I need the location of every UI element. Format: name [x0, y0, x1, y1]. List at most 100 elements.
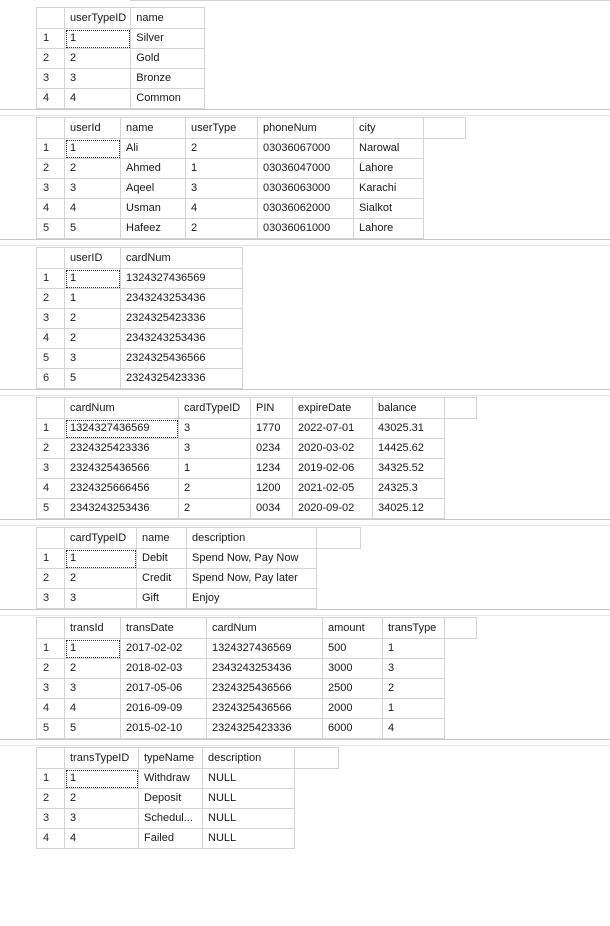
row-number-cell[interactable]: 3	[36, 458, 65, 479]
cell-amount[interactable]: 2000	[322, 698, 383, 719]
column-header-PIN[interactable]: PIN	[250, 397, 293, 419]
table-row[interactable]: 2 1 2343243253436	[36, 288, 243, 309]
cell-cardNum[interactable]: 2324325423336	[64, 438, 179, 459]
column-header-typeName[interactable]: typeName	[138, 747, 203, 769]
cell-userID[interactable]: 1	[64, 268, 121, 289]
cell-cardTypeID[interactable]: 3	[178, 418, 251, 439]
table-row[interactable]: 5 5 Hafeez 2 03036061000 Lahore	[36, 218, 466, 239]
table-row[interactable]: 3 2324325436566 1 1234 2019-02-06 34325.52	[36, 458, 477, 479]
cell-transType[interactable]: 1	[382, 698, 445, 719]
row-number-cell[interactable]: 3	[36, 308, 65, 329]
cell-transTypeID[interactable]: 2	[64, 788, 139, 809]
row-number-cell[interactable]: 4	[36, 478, 65, 499]
table-row[interactable]: 2 2324325423336 3 0234 2020-03-02 14425.62	[36, 438, 477, 459]
cell-userID[interactable]: 3	[64, 348, 121, 369]
column-header-transId[interactable]: transId	[64, 617, 121, 639]
cell-userType[interactable]: 2	[185, 138, 258, 159]
cell-amount[interactable]: 6000	[322, 718, 383, 739]
cell-cardNum[interactable]: 1324327436569	[120, 268, 243, 289]
row-number-cell[interactable]: 2	[36, 788, 65, 809]
table-row[interactable]: 4 4 Common	[36, 88, 206, 109]
cell-name[interactable]: Silver	[130, 28, 206, 49]
cell-city[interactable]: Sialkot	[353, 198, 424, 219]
cell-cardNum[interactable]: 2343243253436	[64, 498, 179, 519]
cell-transDate[interactable]: 2017-02-02	[120, 638, 207, 659]
cell-balance[interactable]: 34325.52	[372, 458, 445, 479]
query-results-pane[interactable]: userTypeID name 1 1 Silver 2 2 Gold 3 3 Bronze 4 4 Co…	[0, 0, 610, 926]
column-header-userID[interactable]: userID	[64, 247, 121, 269]
select-all-header-cell[interactable]	[36, 247, 65, 269]
cell-cardTypeID[interactable]: 1	[178, 458, 251, 479]
result-grid[interactable]: userID cardNum 1 1 1324327436569 2 1 2343243253…	[36, 247, 243, 389]
cell-name[interactable]: Common	[130, 88, 206, 109]
cell-expireDate[interactable]: 2020-03-02	[292, 438, 373, 459]
row-number-cell[interactable]: 3	[36, 68, 65, 89]
cell-cardNum[interactable]: 2324325423336	[120, 308, 243, 329]
row-number-cell[interactable]: 4	[36, 328, 65, 349]
cell-typeName[interactable]: Withdraw	[138, 768, 203, 789]
cell-userID[interactable]: 2	[64, 328, 121, 349]
cell-PIN[interactable]: 1200	[250, 478, 293, 499]
column-header-cardNum[interactable]: cardNum	[64, 397, 179, 419]
result-grid[interactable]: cardNum cardTypeID PIN expireDate balance 1 13…	[36, 397, 477, 519]
row-number-cell[interactable]: 5	[36, 498, 65, 519]
row-number-cell[interactable]: 2	[36, 48, 65, 69]
cell-name[interactable]: Ali	[120, 138, 186, 159]
cell-userTypeID[interactable]: 4	[64, 88, 132, 109]
cell-userType[interactable]: 4	[185, 198, 258, 219]
cell-balance[interactable]: 24325.3	[372, 478, 445, 499]
result-grid[interactable]: transTypeID typeName description 1 1 Withdraw…	[36, 747, 339, 849]
cell-cardTypeID[interactable]: 2	[178, 478, 251, 499]
cell-balance[interactable]: 43025.31	[372, 418, 445, 439]
cell-cardTypeID[interactable]: 1	[64, 548, 137, 569]
cell-expireDate[interactable]: 2021-02-05	[292, 478, 373, 499]
cell-cardTypeID[interactable]: 3	[178, 438, 251, 459]
cell-transId[interactable]: 2	[64, 658, 121, 679]
select-all-header-cell[interactable]	[36, 397, 65, 419]
table-row[interactable]: 5 3 2324325436566	[36, 348, 243, 369]
cell-phoneNum[interactable]: 03036062000	[257, 198, 354, 219]
row-number-cell[interactable]: 3	[36, 588, 65, 609]
cell-typeName[interactable]: Deposit	[138, 788, 203, 809]
row-number-cell[interactable]: 3	[36, 808, 65, 829]
cell-userId[interactable]: 1	[64, 138, 121, 159]
grid-splitter[interactable]	[0, 109, 610, 116]
cell-transTypeID[interactable]: 3	[64, 808, 139, 829]
table-row[interactable]: 6 5 2324325423336	[36, 368, 243, 389]
row-number-cell[interactable]: 5	[36, 218, 65, 239]
cell-typeName[interactable]: Failed	[138, 828, 203, 849]
cell-PIN[interactable]: 0034	[250, 498, 293, 519]
cell-cardTypeID[interactable]: 2	[178, 498, 251, 519]
cell-city[interactable]: Narowal	[353, 138, 424, 159]
grid-splitter[interactable]	[0, 239, 610, 246]
cell-transDate[interactable]: 2016-09-09	[120, 698, 207, 719]
cell-description[interactable]: Enjoy	[186, 588, 317, 609]
table-row[interactable]: 4 2 2343243253436	[36, 328, 243, 349]
cell-description[interactable]: NULL	[202, 828, 295, 849]
column-header-description[interactable]: description	[186, 527, 317, 549]
cell-PIN[interactable]: 0234	[250, 438, 293, 459]
column-header-transDate[interactable]: transDate	[120, 617, 207, 639]
result-grid[interactable]: cardTypeID name description 1 1 Debit Spend No…	[36, 527, 361, 609]
table-row[interactable]: 3 2 2324325423336	[36, 308, 243, 329]
table-row[interactable]: 5 5 2015-02-10 2324325423336 6000 4	[36, 718, 477, 739]
select-all-header-cell[interactable]	[36, 617, 65, 639]
table-row[interactable]: 1 1 1324327436569	[36, 268, 243, 289]
cell-transId[interactable]: 1	[64, 638, 121, 659]
cell-transTypeID[interactable]: 1	[64, 768, 139, 789]
row-number-cell[interactable]: 1	[36, 638, 65, 659]
cell-city[interactable]: Lahore	[353, 158, 424, 179]
cell-phoneNum[interactable]: 03036061000	[257, 218, 354, 239]
row-number-cell[interactable]: 2	[36, 438, 65, 459]
grid-splitter[interactable]	[0, 519, 610, 526]
table-row[interactable]: 1 1 Silver	[36, 28, 206, 49]
grid-splitter[interactable]	[0, 389, 610, 396]
column-header-balance[interactable]: balance	[372, 397, 445, 419]
row-number-cell[interactable]: 4	[36, 198, 65, 219]
select-all-header-cell[interactable]	[36, 7, 65, 29]
cell-transDate[interactable]: 2015-02-10	[120, 718, 207, 739]
table-row[interactable]: 1 1324327436569 3 1770 2022-07-01 43025.31	[36, 418, 477, 439]
table-row[interactable]: 4 4 Failed NULL	[36, 828, 339, 849]
cell-cardTypeID[interactable]: 3	[64, 588, 137, 609]
cell-cardNum[interactable]: 2324325436566	[64, 458, 179, 479]
